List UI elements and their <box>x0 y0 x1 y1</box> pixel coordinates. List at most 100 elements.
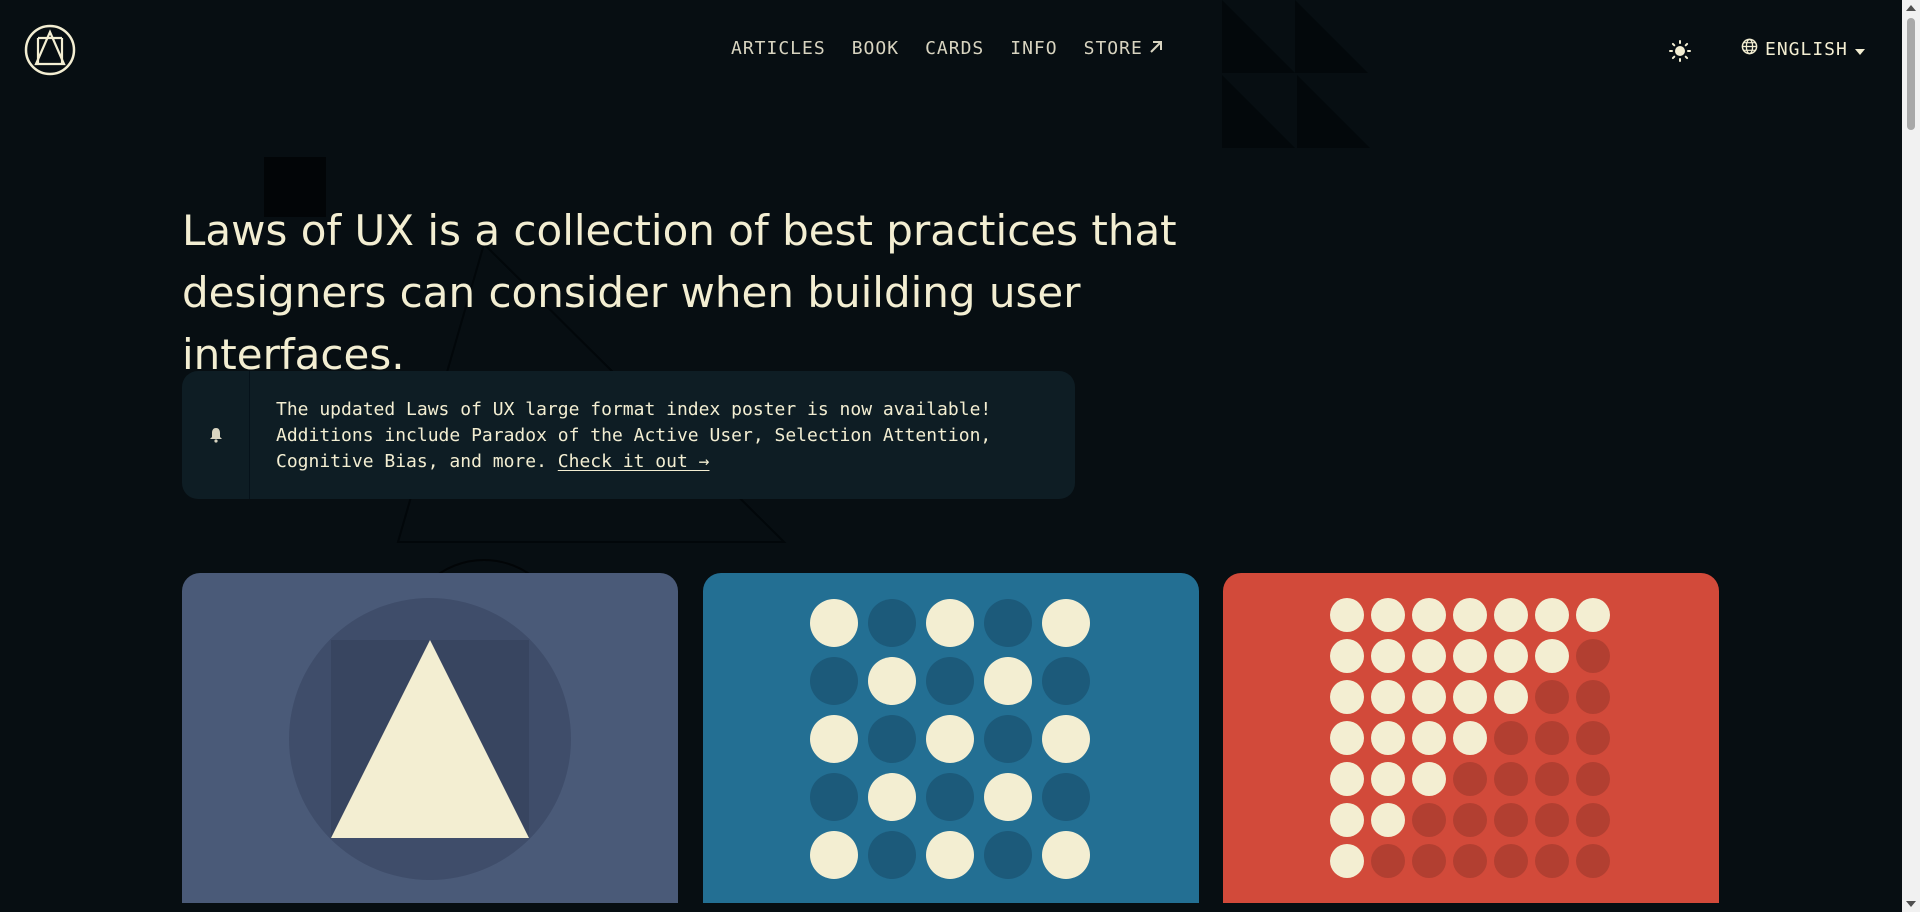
scroll-up-arrow-icon[interactable] <box>1906 5 1916 11</box>
illustration-dot <box>1576 803 1610 837</box>
nav-book[interactable]: BOOK <box>852 38 899 59</box>
announcement-banner: The updated Laws of UX large format inde… <box>182 371 1075 499</box>
illustration-dot <box>1371 762 1405 796</box>
illustration-dot <box>1330 844 1364 878</box>
illustration-dot <box>1535 844 1569 878</box>
illustration-dot <box>1453 762 1487 796</box>
illustration-dot <box>926 715 974 763</box>
illustration-dot <box>1535 639 1569 673</box>
illustration-dot <box>1535 680 1569 714</box>
card-dots-staircase[interactable] <box>1223 573 1719 903</box>
illustration-dot <box>868 831 916 879</box>
illustration-dot <box>1412 598 1446 632</box>
scrollbar-thumb[interactable] <box>1907 18 1915 130</box>
illustration-dot <box>1371 680 1405 714</box>
illustration-dot <box>1453 803 1487 837</box>
illustration-dot <box>926 831 974 879</box>
nav-info[interactable]: INFO <box>1010 38 1057 59</box>
nav-info-label: INFO <box>1010 38 1058 59</box>
illustration-dot <box>1576 598 1610 632</box>
nav-cards[interactable]: CARDS <box>925 38 984 59</box>
illustration-dot <box>1412 762 1446 796</box>
illustration-dot <box>1453 598 1487 632</box>
illustration-dot <box>1494 721 1528 755</box>
illustration-dot <box>1371 639 1405 673</box>
announcement-line-1: The updated Laws of UX large format inde… <box>276 399 992 420</box>
illustration-dot <box>1576 762 1610 796</box>
bell-icon <box>182 371 250 499</box>
illustration-dot <box>1042 599 1090 647</box>
illustration-dot <box>1576 639 1610 673</box>
nav-store[interactable]: STORE <box>1084 38 1163 59</box>
illustration-dot <box>1494 639 1528 673</box>
nav-articles[interactable]: ARTICLES <box>731 38 826 59</box>
illustration-dot <box>810 773 858 821</box>
illustration-dot <box>1412 803 1446 837</box>
illustration-dot <box>926 773 974 821</box>
illustration-dot <box>1535 762 1569 796</box>
illustration-dot <box>926 657 974 705</box>
illustration-dot <box>984 831 1032 879</box>
illustration-dot <box>1494 803 1528 837</box>
illustration-dot <box>1042 773 1090 821</box>
illustration-dot <box>1330 680 1364 714</box>
illustration-dot <box>1412 844 1446 878</box>
illustration-dot <box>1453 639 1487 673</box>
theme-toggle-button[interactable] <box>1668 39 1692 63</box>
illustration-dot <box>1371 721 1405 755</box>
illustration-dot <box>1576 680 1610 714</box>
illustration-dot <box>810 715 858 763</box>
nav-store-label: STORE <box>1083 38 1143 59</box>
illustration-dot <box>1330 721 1364 755</box>
check-it-out-link[interactable]: Check it out → <box>558 451 710 472</box>
illustration-dot <box>1494 762 1528 796</box>
illustration-dot <box>1371 803 1405 837</box>
illustration-dot <box>984 773 1032 821</box>
scroll-down-arrow-icon[interactable] <box>1906 901 1916 907</box>
illustration-dot <box>1535 803 1569 837</box>
hero-line-1: Laws of UX is a collection of best pract… <box>182 206 1177 255</box>
external-link-icon <box>1149 38 1163 59</box>
vertical-scrollbar[interactable] <box>1902 0 1920 912</box>
sun-icon <box>1668 40 1692 67</box>
illustration-dot <box>1042 657 1090 705</box>
logo-icon[interactable] <box>24 24 76 76</box>
illustration-dot <box>1453 844 1487 878</box>
illustration-dot <box>810 599 858 647</box>
illustration-dot <box>1535 721 1569 755</box>
illustration-dot <box>1042 715 1090 763</box>
illustration-dot <box>1371 598 1405 632</box>
illustration-dot <box>868 773 916 821</box>
illustration-dot <box>1576 721 1610 755</box>
dots-staircase-illustration <box>1330 598 1610 878</box>
illustration-dot <box>810 831 858 879</box>
card-triangle[interactable] <box>182 573 678 903</box>
announcement-text: The updated Laws of UX large format inde… <box>250 371 1017 499</box>
illustration-dot <box>984 657 1032 705</box>
nav-book-label: BOOK <box>851 38 900 59</box>
illustration-dot <box>984 599 1032 647</box>
illustration-dot <box>1330 803 1364 837</box>
illustration-dot <box>1042 831 1090 879</box>
illustration-dot <box>868 599 916 647</box>
illustration-dot <box>1535 598 1569 632</box>
illustration-dot <box>810 657 858 705</box>
hero-line-2: designers can consider when building use… <box>182 268 1081 379</box>
dots-checker-illustration <box>810 599 1090 879</box>
language-label: ENGLISH <box>1765 38 1848 60</box>
card-dots-checker[interactable] <box>703 573 1199 903</box>
illustration-dot <box>868 657 916 705</box>
illustration-dot <box>1330 598 1364 632</box>
globe-icon <box>1741 38 1758 60</box>
illustration-dot <box>926 599 974 647</box>
caret-down-icon <box>1854 39 1865 60</box>
illustration-dot <box>1494 680 1528 714</box>
illustration-dot <box>868 715 916 763</box>
illustration-dot <box>1453 680 1487 714</box>
language-selector[interactable]: ENGLISH <box>1741 38 1865 60</box>
main-nav: ARTICLES BOOK CARDS INFO STORE <box>731 38 1163 59</box>
illustration-dot <box>1412 639 1446 673</box>
announcement-line-3: Cognitive Bias, and more. <box>276 451 558 472</box>
illustration-dot <box>984 715 1032 763</box>
site-header: ARTICLES BOOK CARDS INFO STORE ENGLISH <box>0 0 1902 100</box>
